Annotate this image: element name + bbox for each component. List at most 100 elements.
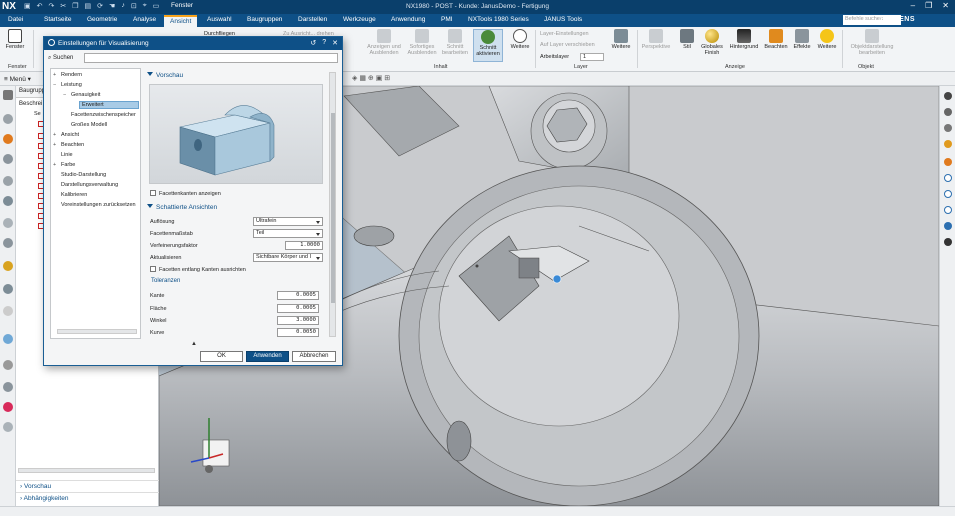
eye-icon[interactable] xyxy=(944,108,952,116)
schnitt-bearbeiten-button[interactable]: Schnitt bearbeiten xyxy=(440,29,470,56)
manufacturing-wizard-icon[interactable] xyxy=(3,284,13,294)
tab-janus-tools[interactable]: JANUS Tools xyxy=(544,16,582,23)
scrollbar-thumb[interactable] xyxy=(331,113,335,303)
minimize-icon[interactable]: – xyxy=(911,1,915,10)
aktualisieren-select[interactable]: Sichtbare Körper und I xyxy=(253,253,323,262)
settings-search-input[interactable] xyxy=(84,53,338,63)
section-header-schattierte-ansichten[interactable]: Schattierte Ansichten xyxy=(147,204,217,211)
section-header-vorschau[interactable]: Vorschau xyxy=(147,72,183,79)
globales-finish-button[interactable]: Globales Finish xyxy=(697,29,727,56)
help-icon[interactable]: ? xyxy=(322,39,326,47)
tree-item-kalibrieren[interactable]: Kalibrieren xyxy=(61,192,87,198)
tree-item-farbe[interactable]: Farbe xyxy=(61,162,75,168)
tree-item-leistung[interactable]: Leistung xyxy=(61,82,82,88)
tab-baugruppen[interactable]: Baugruppen xyxy=(247,16,282,23)
tree-horizontal-scrollbar[interactable] xyxy=(57,329,137,334)
pick-point-marker[interactable] xyxy=(552,274,562,284)
cancel-button[interactable]: Abbrechen xyxy=(292,351,336,362)
layer-einstellungen-button[interactable]: Layer-Einstellungen xyxy=(540,31,589,37)
objektdarstellung-button[interactable]: Objektdarstellung bearbeiten xyxy=(846,29,898,56)
user-icon[interactable] xyxy=(944,222,952,230)
tab-darstellen[interactable]: Darstellen xyxy=(298,16,327,23)
visual-scenes-icon[interactable] xyxy=(3,402,13,412)
tree-item-facettenzwischenspeicher[interactable]: Facettenzwischenspeicher xyxy=(71,112,136,118)
part-navigator-icon[interactable] xyxy=(3,114,13,124)
tree-item-erweitert[interactable]: Erweitert xyxy=(79,101,139,109)
kurve-input[interactable]: 0.0050 xyxy=(277,328,319,337)
tab-analyse[interactable]: Analyse xyxy=(133,16,156,23)
expand-icon[interactable]: + xyxy=(53,132,56,138)
navigator-footer-vorschau[interactable]: › Vorschau xyxy=(16,480,159,491)
close-icon[interactable]: ✕ xyxy=(332,39,338,47)
tree-item-genauigkeit[interactable]: Genauigkeit xyxy=(71,92,100,98)
kante-input[interactable]: 0.0005 xyxy=(277,291,319,300)
eye-icon[interactable] xyxy=(944,92,952,100)
eye-icon[interactable] xyxy=(944,124,952,132)
arbeitslayer-select[interactable]: 1 xyxy=(580,53,604,61)
settings-icon[interactable] xyxy=(3,90,13,100)
aufloesung-select[interactable]: Ultrafein xyxy=(253,217,323,226)
content-vertical-scrollbar[interactable] xyxy=(329,72,336,337)
verfeinerungsfaktor-stepper[interactable]: 1.0000 xyxy=(285,241,323,250)
perspektive-button[interactable]: Perspektive xyxy=(640,29,672,50)
hd3d-tools-icon[interactable] xyxy=(3,196,13,206)
tree-item-grosses-modell[interactable]: Großes Modell xyxy=(71,122,107,128)
reuse-library-icon[interactable] xyxy=(3,176,13,186)
machine-tool-navigator-icon[interactable] xyxy=(3,382,13,392)
expand-icon[interactable]: + xyxy=(53,72,56,78)
collapse-panel-icon[interactable]: ▲ xyxy=(191,341,197,347)
dialog-title-bar[interactable]: Einstellungen für Visualisierung ↺ ? ✕ xyxy=(44,37,342,50)
constraint-navigator-icon[interactable] xyxy=(3,154,13,164)
assembly-navigator-icon[interactable] xyxy=(3,134,13,144)
navigator-horizontal-scrollbar[interactable] xyxy=(18,468,155,473)
navigator-footer-abhaengigkeiten[interactable]: › Abhängigkeiten xyxy=(16,492,159,503)
roles-icon[interactable] xyxy=(3,306,13,316)
process-studio-icon[interactable] xyxy=(3,261,13,271)
help-icon[interactable] xyxy=(944,206,952,214)
tool-icon[interactable] xyxy=(944,140,952,148)
navigator-root-label[interactable]: Se xyxy=(34,111,41,117)
tree-item-studio-darstellung[interactable]: Studio-Darstellung xyxy=(61,172,106,178)
tab-auswahl[interactable]: Auswahl xyxy=(207,16,232,23)
facettenkanten-checkbox[interactable]: Facettenkanten anzeigen xyxy=(150,190,221,197)
facettenmassstab-select[interactable]: Teil xyxy=(253,229,323,238)
fenster-button[interactable]: Fenster xyxy=(0,29,30,50)
roles-icon[interactable] xyxy=(944,190,952,198)
ok-button[interactable]: OK xyxy=(200,351,243,362)
weitere-layer-button[interactable]: Weitere xyxy=(606,29,636,50)
close-icon[interactable]: ✕ xyxy=(942,1,949,10)
flaeche-input[interactable]: 0.0005 xyxy=(277,304,319,313)
tree-item-linie[interactable]: Linie xyxy=(61,152,73,158)
tab-startseite[interactable]: Startseite xyxy=(44,16,71,23)
collapse-icon[interactable]: − xyxy=(53,82,56,88)
tab-pmi[interactable]: PMI xyxy=(441,16,453,23)
tab-anwendung[interactable]: Anwendung xyxy=(391,16,425,23)
eye-icon[interactable] xyxy=(944,238,952,246)
auf-layer-verschieben-button[interactable]: Auf Layer verschieben xyxy=(540,42,595,48)
system-materials-icon[interactable] xyxy=(3,334,13,344)
apply-button[interactable]: Anwenden xyxy=(246,351,289,362)
clock-icon[interactable] xyxy=(3,360,13,370)
history-icon[interactable] xyxy=(3,238,13,248)
tree-item-voreinstellungen[interactable]: Voreinstellungen zurücksetzen xyxy=(61,202,141,208)
tree-item-rendern[interactable]: Rendern xyxy=(61,72,82,78)
palette-icon[interactable] xyxy=(3,422,13,432)
expand-icon[interactable]: + xyxy=(53,142,56,148)
anzeigen-ausblenden-button[interactable]: Anzeigen und Ausblenden xyxy=(366,29,402,56)
tab-nxtools[interactable]: NXTools 1980 Series xyxy=(468,16,529,23)
expand-icon[interactable]: + xyxy=(53,162,56,168)
hammer-icon[interactable] xyxy=(944,158,952,166)
section-header-toleranzen[interactable]: Toleranzen xyxy=(151,278,180,284)
facetten-kanten-checkbox[interactable]: Facetten entlang Kanten ausrichten xyxy=(150,266,246,273)
tab-ansicht[interactable]: Ansicht xyxy=(164,15,198,27)
weitere-inhalt-button[interactable]: Weitere xyxy=(505,29,535,50)
weitere-anzeige-button[interactable]: Weitere xyxy=(812,29,842,50)
tree-item-ansicht[interactable]: Ansicht xyxy=(61,132,79,138)
menu-button[interactable]: ≡ Menü ▾ xyxy=(4,75,31,83)
snap-point-icons[interactable]: ◈ ▦ ⊕ ▣ ⊞ xyxy=(352,74,390,82)
hintergrund-button[interactable]: Hintergrund xyxy=(727,29,761,50)
tree-item-beachten[interactable]: Beachten xyxy=(61,142,84,148)
reset-icon[interactable]: ↺ xyxy=(310,39,316,47)
collapse-icon[interactable]: − xyxy=(63,92,66,98)
maximize-icon[interactable]: ❐ xyxy=(925,1,932,10)
